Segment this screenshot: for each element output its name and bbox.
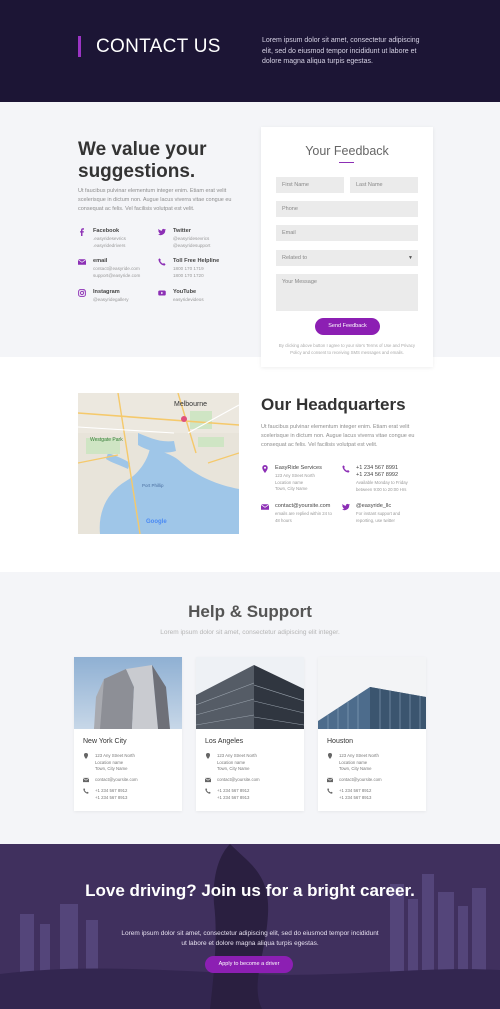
map-label-bay: Port Phillip (142, 483, 164, 488)
phone-icon (83, 788, 89, 794)
suggestions-title: We value your suggestions. (78, 139, 207, 182)
city-name: New York City (83, 738, 127, 745)
facebook-icon (78, 228, 86, 236)
related-to-value: Related to (282, 255, 308, 261)
city-background-image (0, 844, 500, 1009)
career-text: Lorem ipsum dolor sit amet, consectetur … (121, 930, 379, 947)
help-title: Help & Support (188, 602, 312, 621)
city-card-los-angeles[interactable]: Los Angeles 123 Any Street North Location… (196, 657, 304, 811)
instagram-icon (78, 289, 86, 297)
email-icon (78, 258, 86, 266)
twitter-icon (158, 228, 166, 236)
apply-driver-button[interactable]: Apply to become a driver (205, 956, 293, 973)
twitter-icon (342, 503, 350, 511)
building-photo (74, 657, 182, 729)
youtube-icon (158, 289, 166, 297)
email-icon (205, 777, 211, 783)
first-name-field[interactable]: First Name (276, 177, 344, 193)
feedback-form: Your Feedback First Name Last Name Phone… (261, 127, 433, 367)
map-label-park: Westgate Park (90, 437, 123, 443)
help-subtitle: Lorem ipsum dolor sit amet, consectetur … (160, 629, 340, 636)
accent-bar (78, 36, 81, 57)
header-intro-text: Lorem ipsum dolor sit amet, consectetur … (262, 37, 420, 65)
email-icon (261, 503, 269, 511)
location-pin-icon (83, 753, 89, 759)
phone-icon (342, 465, 350, 473)
location-map[interactable]: Melbourne Westgate Park Port Phillip Goo… (78, 393, 239, 534)
city-name: Houston (327, 738, 354, 745)
related-to-select[interactable]: Related to ▼ (276, 250, 418, 266)
location-pin-icon (327, 753, 333, 759)
city-card-houston[interactable]: Houston 123 Any Street North Location nam… (318, 657, 426, 811)
send-feedback-button[interactable]: Send Feedback (315, 318, 380, 335)
email-icon (327, 777, 333, 783)
city-card-new-york[interactable]: New York City 123 Any Street North Locati… (74, 657, 182, 811)
location-pin-icon (261, 465, 269, 473)
message-field[interactable]: Your Message (276, 274, 418, 311)
map-graphic (78, 393, 239, 534)
last-name-field[interactable]: Last Name (350, 177, 418, 193)
page-title: CONTACT US (96, 36, 221, 57)
phone-field[interactable]: Phone (276, 201, 418, 217)
phone-icon (327, 788, 333, 794)
title-underline (339, 162, 354, 164)
suggestions-text: Ut faucibus pulvinar elementum integer e… (78, 188, 232, 212)
phone-icon (158, 258, 166, 266)
form-legal-text: By clicking above button I agree to your… (278, 343, 416, 355)
form-title: Your Feedback (305, 144, 389, 158)
headquarters-title: Our Headquarters (261, 395, 406, 414)
chevron-down-icon: ▼ (408, 255, 413, 261)
phone-icon (205, 788, 211, 794)
building-photo (196, 657, 304, 729)
map-label-city: Melbourne (174, 401, 208, 408)
location-pin-icon (205, 753, 211, 759)
google-logo: Google (146, 519, 167, 525)
career-banner (0, 844, 500, 1009)
headquarters-text: Ut faucibus pulvinar elementum integer e… (261, 424, 415, 448)
email-icon (83, 777, 89, 783)
building-photo (318, 657, 426, 729)
page-header: CONTACT US Lorem ipsum dolor sit amet, c… (0, 0, 500, 102)
email-field[interactable]: Email (276, 225, 418, 241)
career-title: Love driving? Join us for a bright caree… (85, 881, 415, 900)
city-name: Los Angeles (205, 738, 244, 745)
